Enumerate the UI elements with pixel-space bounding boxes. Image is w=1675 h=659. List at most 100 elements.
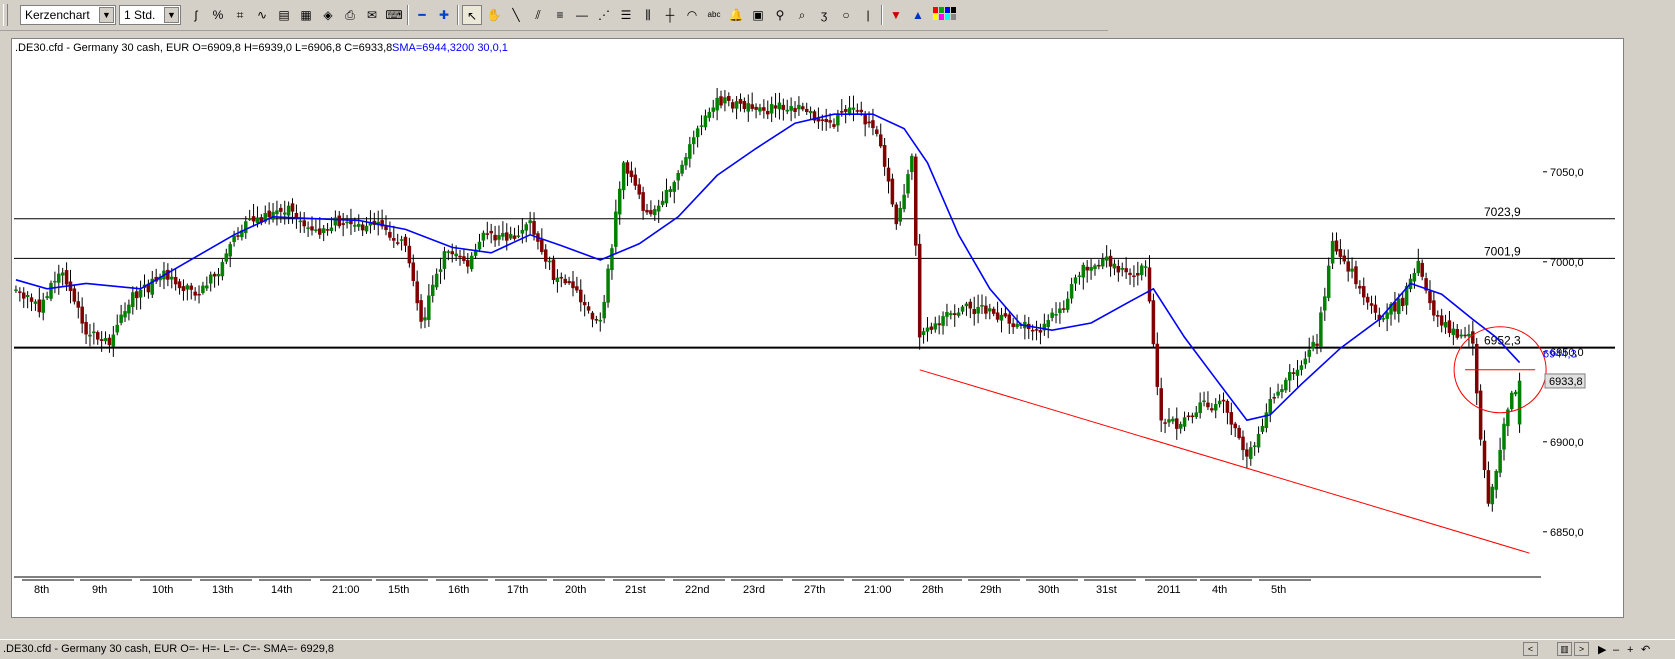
arc-icon[interactable]: ◠ — [682, 5, 702, 25]
candle-up — [220, 262, 225, 277]
bell-icon[interactable]: 🔔 — [726, 5, 746, 25]
chart-type-select[interactable]: Kerzenchart ▼ — [20, 5, 116, 25]
candle-down — [1241, 436, 1245, 451]
candle-down — [1486, 470, 1491, 504]
zoom-minus-icon[interactable]: – — [1613, 641, 1619, 659]
candle-down — [730, 102, 735, 109]
candle-up — [431, 284, 435, 296]
candle-up — [1046, 320, 1050, 327]
status-bar: .DE30.cfd - Germany 30 cash, EUR O=- H=-… — [0, 639, 1675, 658]
candle-down — [193, 291, 197, 296]
candle-up — [933, 323, 938, 330]
window-icon[interactable]: ▤ — [274, 5, 294, 25]
scroll-left-icon[interactable]: < — [1523, 642, 1538, 656]
candle-down — [878, 134, 883, 147]
candle-up — [33, 301, 38, 304]
candle-down — [181, 286, 186, 292]
line-tool-icon[interactable]: ∿ — [252, 5, 272, 25]
candle-up — [621, 162, 626, 191]
chart-window-icon[interactable]: ▦ — [296, 5, 316, 25]
candle-up — [949, 313, 953, 316]
text-icon[interactable]: abc — [704, 5, 724, 25]
candle-down — [641, 192, 645, 211]
parallel-lines-icon[interactable]: ⫽ — [528, 5, 548, 25]
candle-down — [582, 302, 587, 306]
zoom-in-icon[interactable]: ✚ — [434, 5, 454, 25]
fibonacci-time-icon[interactable]: ⫼ — [638, 5, 658, 25]
candle-up — [851, 107, 856, 110]
zoom-plus-icon[interactable]: + — [1627, 641, 1633, 659]
candle-down — [532, 221, 536, 235]
candle-down — [1463, 334, 1467, 337]
color-palette-icon[interactable] — [930, 5, 960, 25]
candle-down — [251, 216, 256, 222]
candle-up — [1213, 404, 1218, 411]
candle-down — [1210, 408, 1214, 411]
crosshair-grid-icon[interactable]: ⌗ — [230, 5, 250, 25]
fan-icon[interactable]: ⋰ — [594, 5, 614, 25]
candle-down — [1229, 412, 1234, 425]
toolbar-grip[interactable] — [3, 4, 8, 26]
candle-up — [555, 277, 560, 282]
hand-icon[interactable]: ✋ — [484, 5, 504, 25]
freehand-icon[interactable]: ʒ — [814, 5, 834, 25]
circle-icon[interactable]: ○ — [836, 5, 856, 25]
candle-down — [563, 278, 567, 284]
candle-down — [1233, 423, 1237, 429]
candle-up — [656, 205, 661, 212]
candle-up — [345, 221, 349, 224]
grid-view-icon[interactable]: ▥ — [1557, 642, 1572, 656]
candle-up — [1510, 392, 1514, 410]
chevron-down-icon[interactable]: ▼ — [164, 7, 179, 23]
fibonacci-icon[interactable]: ☰ — [616, 5, 636, 25]
candle-up — [1143, 266, 1148, 268]
candle-down — [337, 215, 342, 227]
pointer-icon[interactable]: ↖ — [462, 5, 482, 25]
chart-window[interactable]: .DE30.cfd - Germany 30 cash, EUR O=6909,… — [11, 38, 1625, 618]
rewind-icon[interactable]: ↶ — [1641, 641, 1650, 659]
candle-down — [863, 114, 867, 125]
buy-arrow-icon[interactable]: ▲ — [908, 5, 928, 25]
horizontal-line-icon[interactable]: — — [572, 5, 592, 25]
candle-up — [1513, 391, 1518, 395]
candle-up — [1256, 433, 1261, 448]
line-icon[interactable]: ╲ — [506, 5, 526, 25]
calculator-icon[interactable]: ▣ — [748, 5, 768, 25]
candle-up — [216, 273, 221, 277]
indicator-icon[interactable]: ʃ — [186, 5, 206, 25]
print-icon[interactable]: ⎙ — [340, 5, 360, 25]
candle-down — [890, 178, 895, 205]
cross-icon[interactable]: ┼ — [660, 5, 680, 25]
candle-up — [524, 224, 528, 231]
fast-forward-icon[interactable]: ▶ — [1598, 641, 1606, 659]
search-icon[interactable]: ⚲ — [770, 5, 790, 25]
mail-icon[interactable]: ✉ — [362, 5, 382, 25]
candlestick-chart[interactable]: .DE30.cfd - Germany 30 cash, EUR O=6909,… — [12, 39, 1625, 617]
candle-up — [306, 227, 310, 229]
zoom-out-icon[interactable]: ━ — [412, 5, 432, 25]
candle-up — [442, 251, 447, 269]
candle-down — [579, 289, 583, 303]
timeframe-select[interactable]: 1 Std. ▼ — [119, 5, 181, 25]
candle-down — [76, 301, 81, 308]
percent-icon[interactable]: % — [208, 5, 228, 25]
candle-up — [1295, 369, 1300, 376]
candle-down — [384, 226, 388, 231]
channel-icon[interactable]: ≡ — [550, 5, 570, 25]
candle-down — [1038, 330, 1043, 333]
vertical-line-icon[interactable]: | — [858, 5, 878, 25]
candle-down — [1455, 328, 1459, 338]
candle-up — [1416, 260, 1421, 274]
book-icon[interactable]: ◈ — [318, 5, 338, 25]
sell-arrow-icon[interactable]: ▼ — [886, 5, 906, 25]
candle-up — [25, 295, 30, 298]
candle-down — [1116, 266, 1121, 273]
candle-up — [201, 285, 205, 293]
candle-down — [318, 228, 322, 235]
candle-up — [92, 331, 96, 334]
zoom-area-icon[interactable]: ⌕ — [792, 5, 812, 25]
keyboard-icon[interactable]: ⌨ — [384, 5, 404, 25]
chevron-down-icon[interactable]: ▼ — [99, 7, 114, 23]
scroll-right-icon[interactable]: > — [1574, 642, 1589, 656]
candle-down — [1007, 314, 1012, 324]
